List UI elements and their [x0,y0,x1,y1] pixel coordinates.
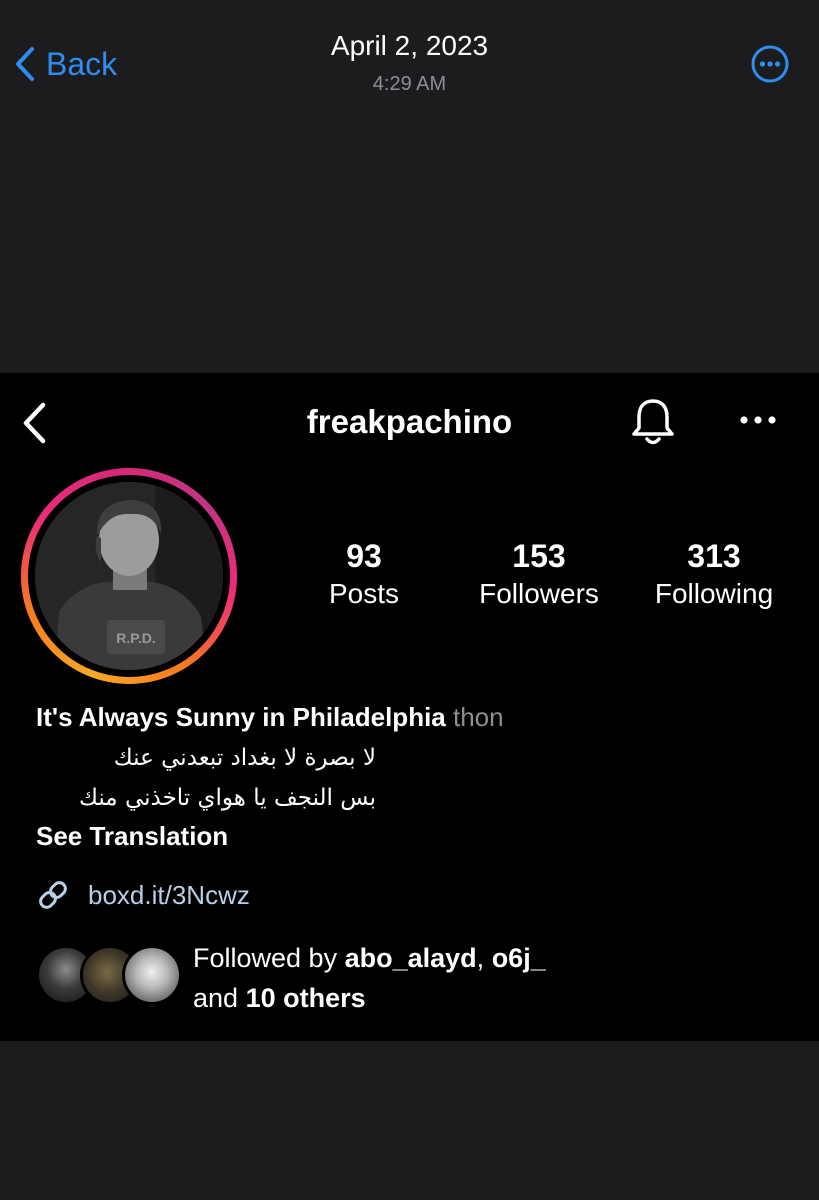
avatar-portrait-image: R.P.D. [35,482,223,670]
followers-count: 153 [512,538,566,574]
followers-label: Followers [479,578,599,609]
mutual-user-1[interactable]: abo_alayd [345,943,477,973]
followed-by-and: and [193,983,239,1013]
profile-avatar[interactable]: R.P.D. [21,468,237,684]
photo-viewer-header: Back April 2, 2023 4:29 AM [0,0,819,130]
followed-by-text[interactable]: Followed by abo_alayd, o6j_ and 10 other… [193,938,546,1018]
svg-text:R.P.D.: R.P.D. [116,630,155,646]
posts-label: Posts [328,578,400,609]
profile-username: freakpachino [306,403,513,440]
posts-stat[interactable]: 93 Posts [274,538,454,614]
photo-time: 4:29 AM [372,73,447,95]
link-icon [39,881,67,909]
mutual-avatar-3 [122,945,182,1005]
bio-arabic-line-2: بس النجف يا هواي تاخذني منك [78,785,376,811]
mutual-user-2[interactable]: o6j_ [492,943,546,973]
bio-display-name: It's Always Sunny in Philadelphia [36,702,446,732]
website-url: boxd.it/3Ncwz [88,879,250,910]
followed-by-prefix: Followed by [193,943,338,973]
followers-stat[interactable]: 153 Followers [449,538,629,614]
bio-arabic-line-1: لا بصرة لا بغداد تبعدني عنك [113,745,376,771]
more-circle-icon[interactable] [750,44,790,84]
see-translation-link[interactable]: See Translation [36,819,228,853]
bio-name-suffix: thon [453,702,504,732]
following-count: 313 [687,538,741,574]
bio-name: It's Always Sunny in Philadelphia thon [36,700,504,734]
posts-count: 93 [346,538,382,574]
following-label: Following [654,578,774,609]
bell-icon[interactable] [628,396,678,448]
more-horizontal-icon[interactable] [734,403,782,437]
avatar-photo: R.P.D. [35,482,223,670]
followed-by-separator: , [476,943,485,973]
photo-date: April 2, 2023 [330,30,489,61]
profile-website-link[interactable]: boxd.it/3Ncwz [36,877,250,913]
mutual-others-count[interactable]: 10 others [246,983,366,1013]
mutual-followers-avatars[interactable] [36,945,182,1007]
following-stat[interactable]: 313 Following [624,538,804,614]
profile-screenshot: freakpachino R.P.D. 93 Posts 153 Followe… [0,373,819,1041]
